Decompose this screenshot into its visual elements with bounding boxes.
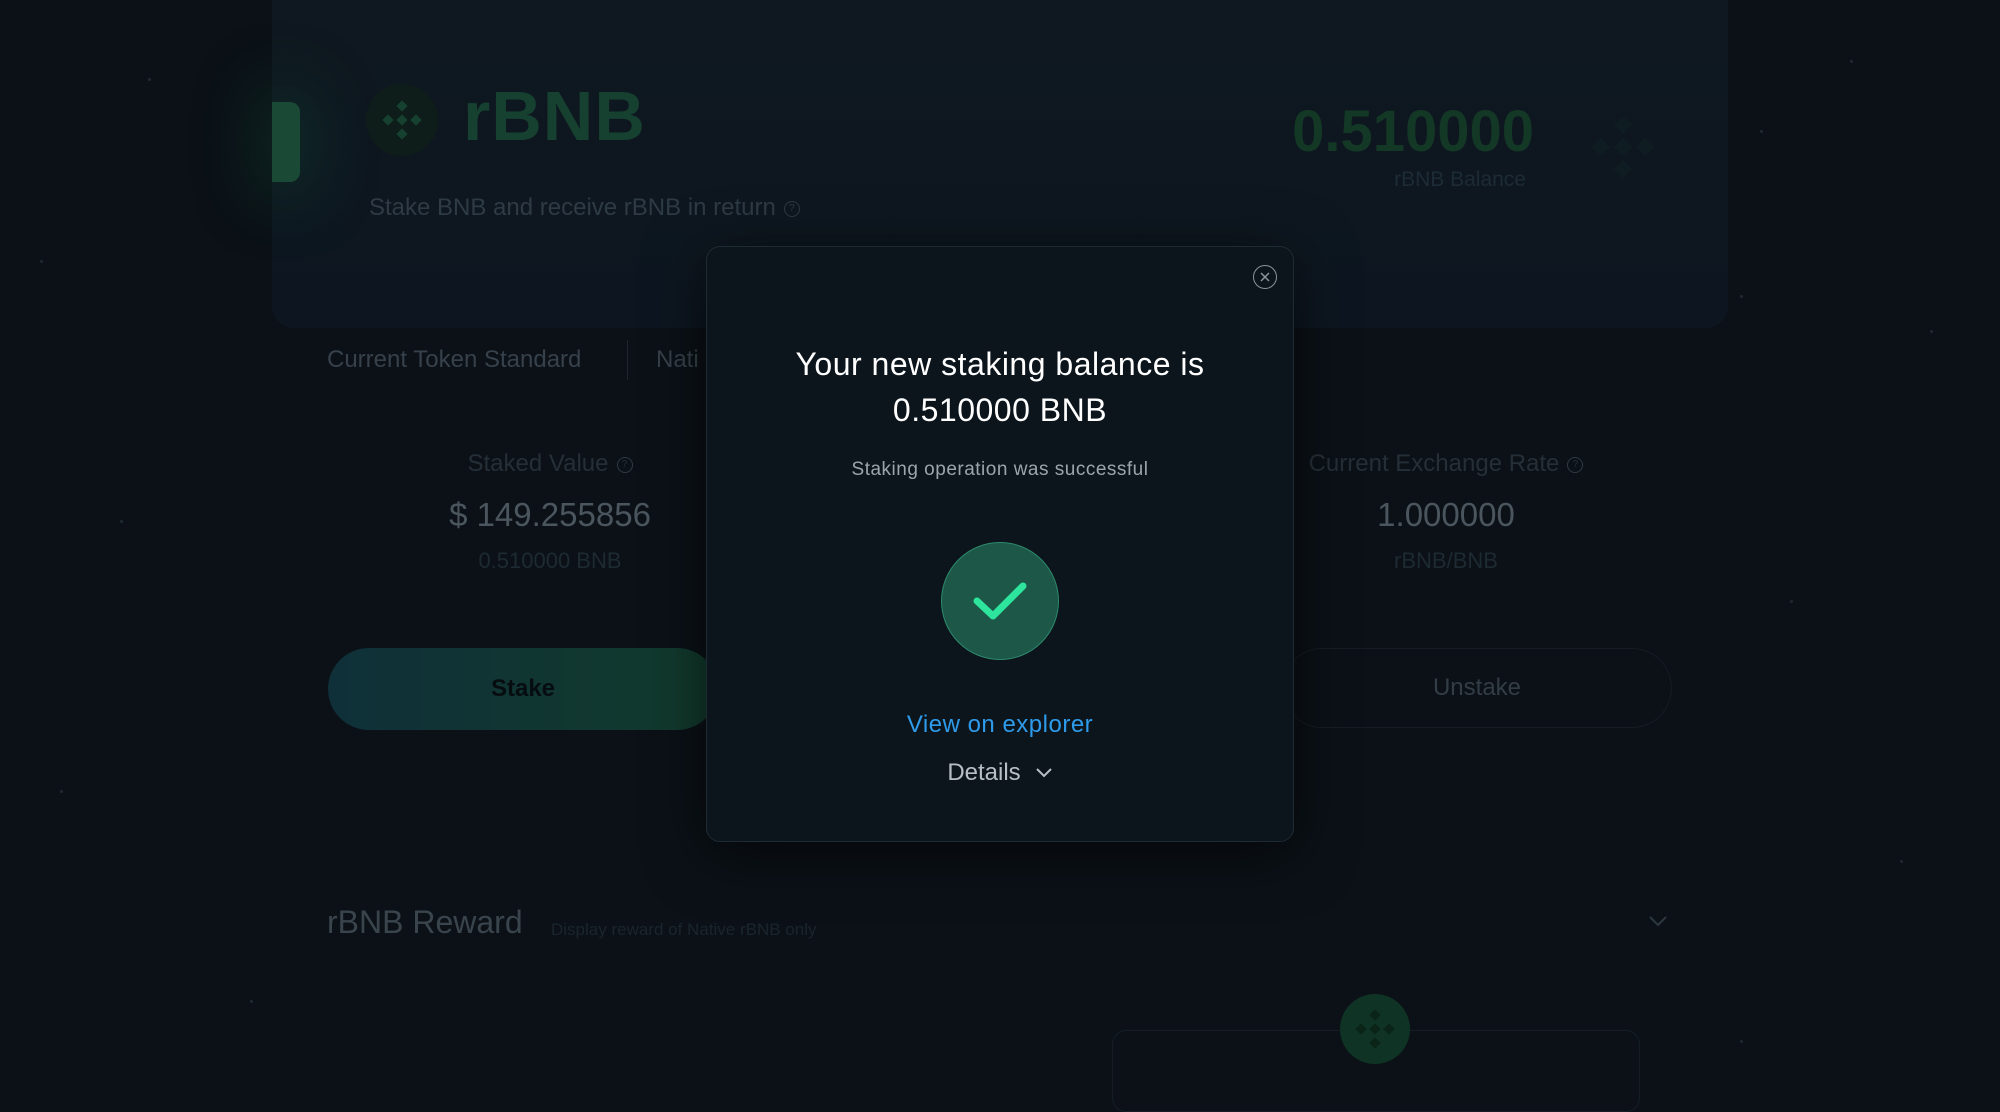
stake-button[interactable]: Stake: [328, 648, 718, 730]
modal-subtitle: Staking operation was successful: [851, 459, 1149, 480]
reward-section-subtitle: Display reward of Native rBNB only: [551, 920, 817, 939]
hero-accent-tab: [272, 102, 300, 182]
modal-title-line2: 0.510000 BNB: [892, 392, 1108, 428]
bnb-logo-icon: [1340, 994, 1410, 1064]
staked-value-bnb: 0.510000 BNB: [478, 548, 622, 573]
token-standard-label: Current Token Standard: [327, 346, 582, 373]
exchange-rate-label: Current Exchange Rate?: [1246, 450, 1646, 478]
view-on-explorer-link[interactable]: View on explorer: [707, 711, 1293, 739]
exchange-rate-unit: rBNB/BNB: [1394, 548, 1498, 573]
checkmark-icon: [973, 582, 1027, 620]
token-subtitle-text: Stake BNB and receive rBNB in return: [369, 194, 776, 221]
success-badge: [941, 542, 1059, 660]
exchange-rate-value: 1.000000: [1377, 496, 1515, 533]
chevron-down-icon: [1035, 768, 1052, 778]
rbnb-balance-label: rBNB Balance: [1394, 168, 1526, 191]
bnb-logo-icon: [1588, 112, 1658, 187]
token-standard-divider: [627, 340, 628, 380]
staked-value-stat: Staked Value? $ 149.255856 0.510000 BNB: [350, 450, 750, 574]
help-icon[interactable]: ?: [783, 200, 800, 217]
details-label: Details: [947, 759, 1021, 786]
help-icon[interactable]: ?: [1567, 456, 1584, 473]
token-standard-value[interactable]: Nati: [656, 346, 699, 374]
modal-title-line1: Your new staking balance is: [795, 346, 1205, 382]
staked-value-label: Staked Value?: [350, 450, 750, 478]
close-icon[interactable]: [1253, 265, 1277, 289]
staked-value-amount: $ 149.255856: [449, 496, 651, 533]
help-icon[interactable]: ?: [616, 456, 633, 473]
rbnb-balance-value: 0.510000: [1292, 99, 1534, 164]
staking-success-modal: Your new staking balance is 0.510000 BNB…: [706, 246, 1294, 842]
unstake-button[interactable]: Unstake: [1282, 648, 1672, 728]
reward-section-title: rBNB Reward: [327, 904, 523, 940]
exchange-rate-stat: Current Exchange Rate? 1.000000 rBNB/BNB: [1246, 450, 1646, 574]
chevron-down-icon[interactable]: [1648, 914, 1668, 933]
token-subtitle: Stake BNB and receive rBNB in return?: [369, 194, 800, 222]
modal-title: Your new staking balance is 0.510000 BNB: [707, 341, 1293, 433]
bnb-logo-icon: [366, 84, 438, 156]
staked-value-label-text: Staked Value: [467, 450, 609, 477]
details-toggle[interactable]: Details: [707, 759, 1293, 787]
exchange-rate-label-text: Current Exchange Rate: [1308, 450, 1560, 477]
token-title: rBNB: [463, 77, 646, 155]
